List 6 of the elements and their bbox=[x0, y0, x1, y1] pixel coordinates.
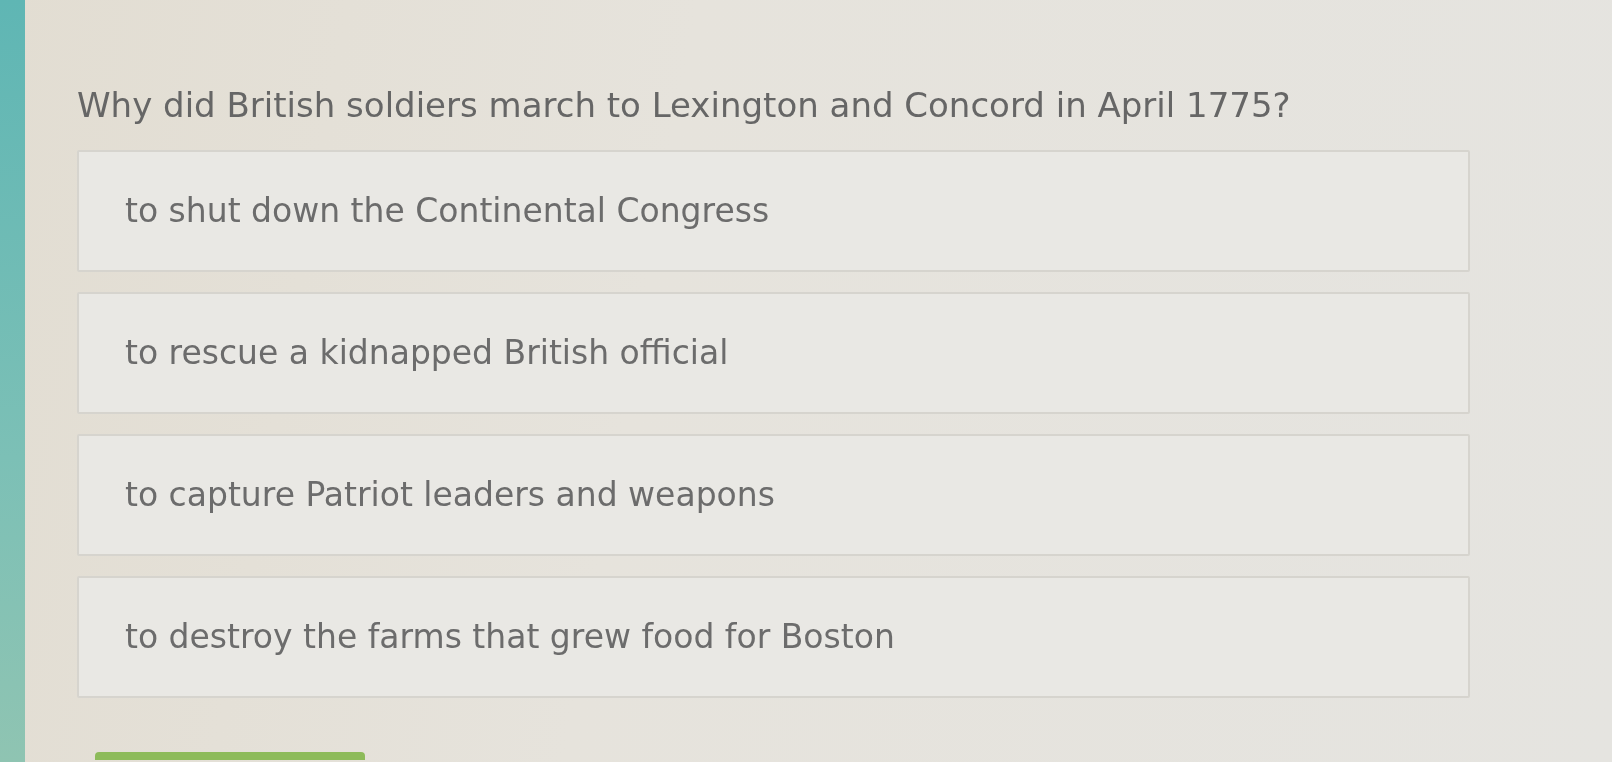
answer-choice[interactable]: to rescue a kidnapped British official bbox=[77, 292, 1470, 414]
answer-choice[interactable]: to destroy the farms that grew food for Boston bbox=[77, 576, 1470, 698]
question-text: Why did British soldiers march to Lexington and Concord in April 1775? bbox=[77, 84, 1292, 126]
action-button[interactable] bbox=[95, 752, 365, 760]
answer-choice[interactable]: to shut down the Continental Congress bbox=[77, 150, 1470, 272]
answer-choice[interactable]: to capture Patriot leaders and weapons bbox=[77, 434, 1470, 556]
